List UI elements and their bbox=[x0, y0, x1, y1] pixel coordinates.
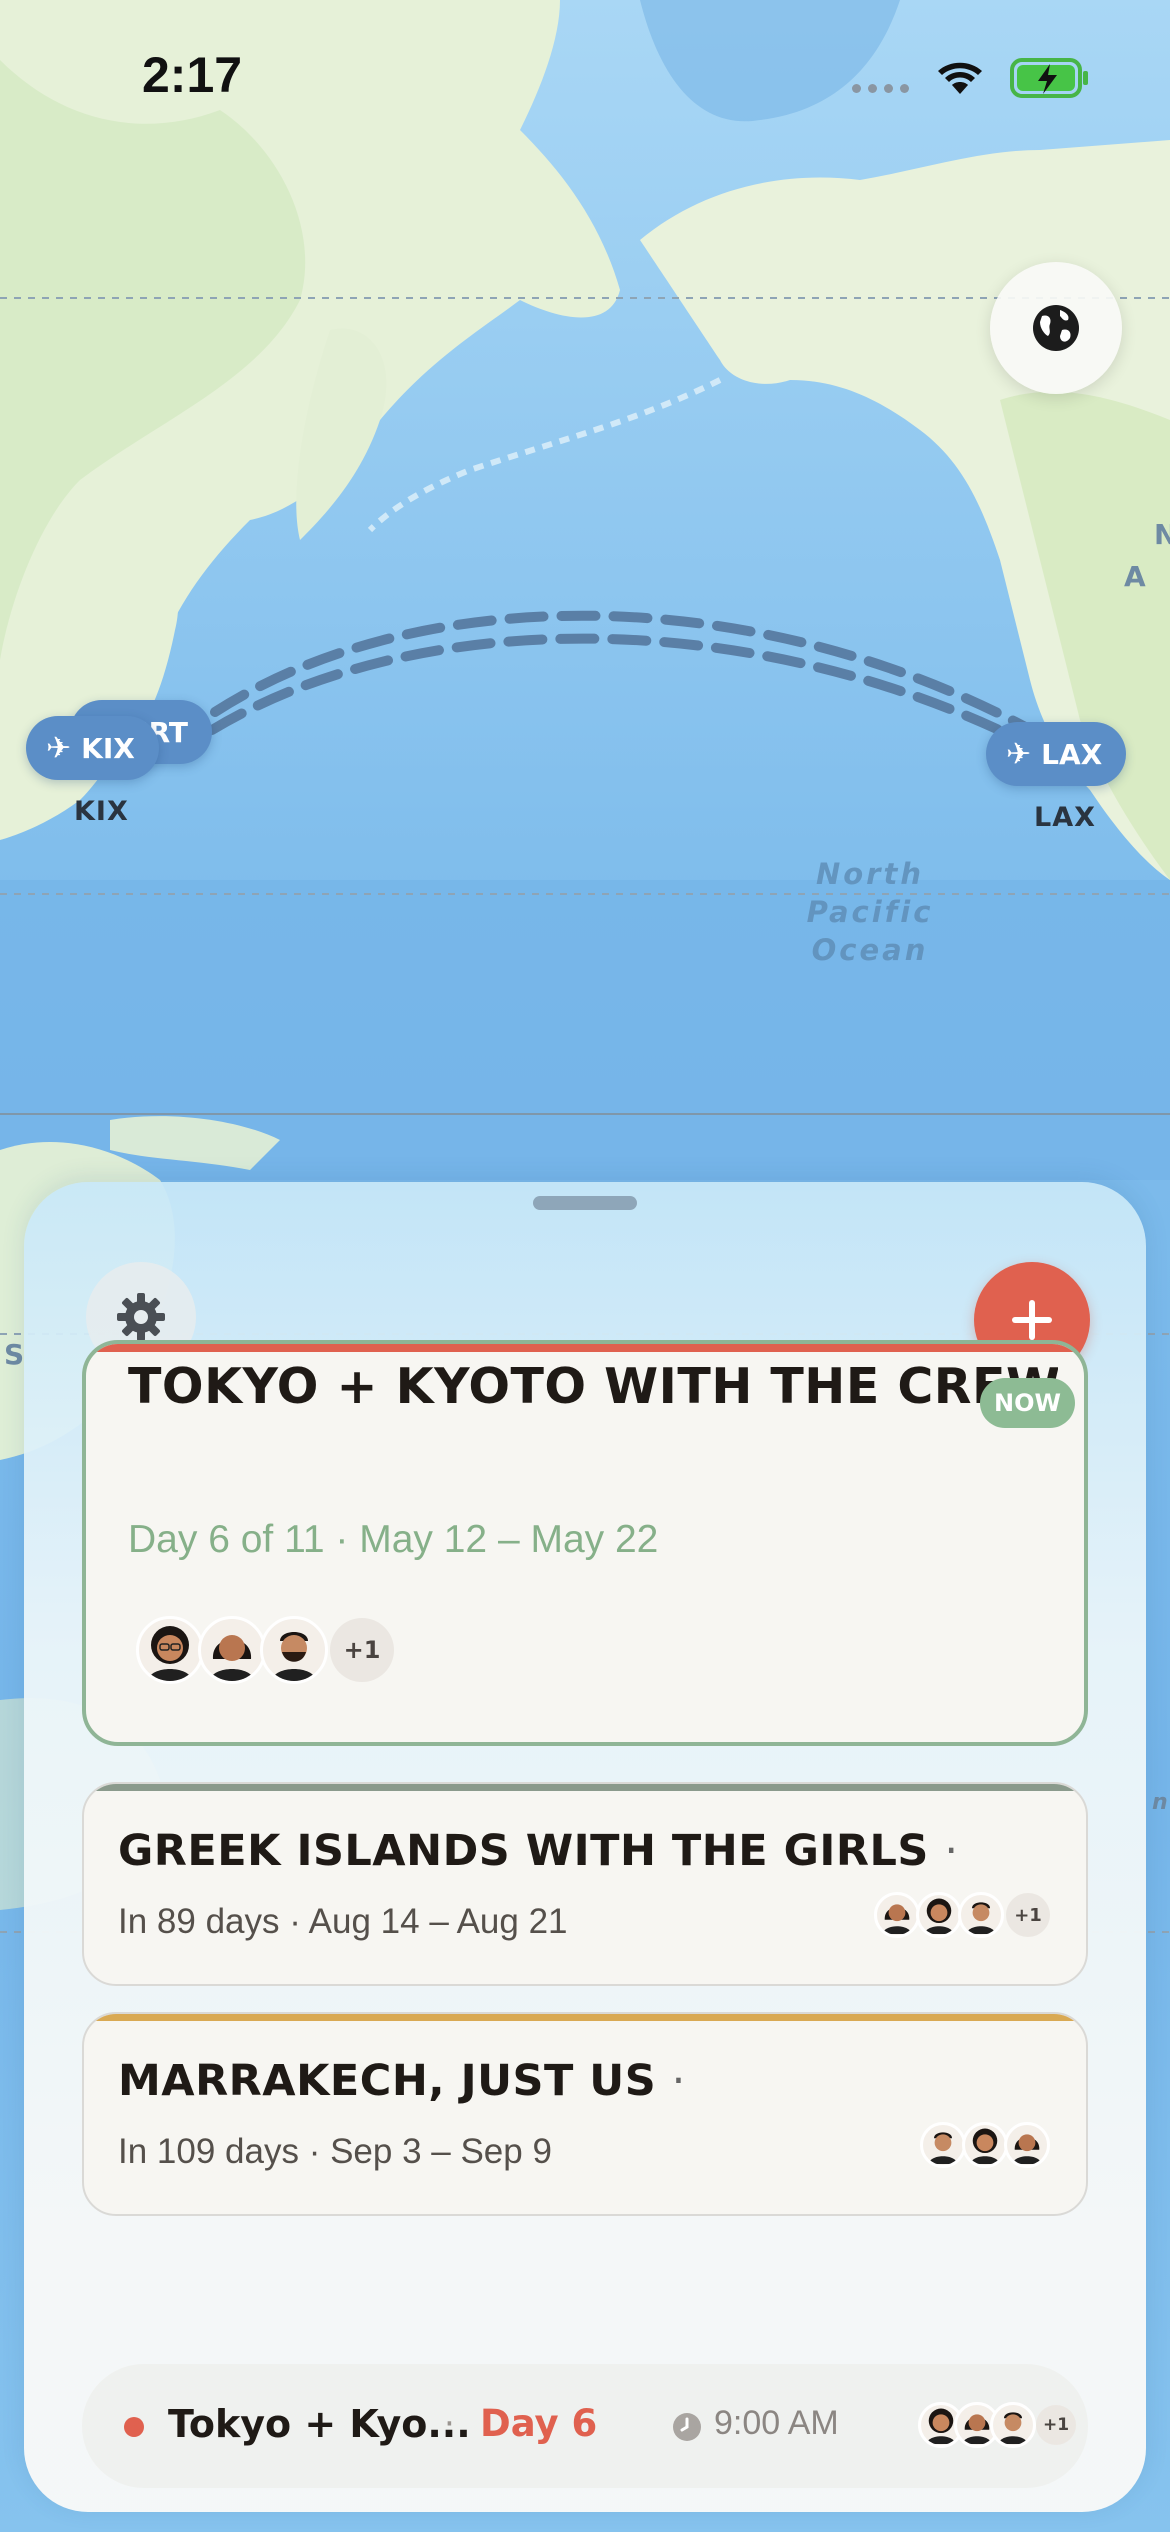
trip-title: GREEK ISLANDS WITH THE GIRLS · bbox=[118, 1826, 959, 1876]
more-travelers-count: +1 bbox=[1006, 1893, 1050, 1937]
trip-title: MARRAKECH, JUST US · bbox=[118, 2056, 686, 2106]
avatar bbox=[990, 2402, 1036, 2448]
trip-accent-strip bbox=[84, 2014, 1086, 2021]
avatar bbox=[920, 2122, 966, 2168]
more-travelers-count: +1 bbox=[330, 1618, 394, 1682]
trip-accent-strip bbox=[84, 1784, 1086, 1791]
more-travelers-count: +1 bbox=[1036, 2405, 1076, 2445]
plane-icon: ✈ bbox=[46, 730, 72, 766]
trip-title: TOKYO + KYOTO WITH THE CREW bbox=[128, 1358, 1058, 1415]
map-edge-label: n bbox=[1152, 1790, 1168, 1815]
airport-code-label: KIX bbox=[74, 796, 129, 827]
next-event-time: 9:00 AM bbox=[714, 2404, 839, 2442]
airport-code-label: LAX bbox=[1034, 802, 1096, 833]
trip-card[interactable]: GREEK ISLANDS WITH THE GIRLS · In 89 day… bbox=[82, 1782, 1088, 1986]
now-badge: NOW bbox=[980, 1378, 1075, 1428]
trip-subtitle: In 89 days · Aug 14 – Aug 21 bbox=[118, 1902, 568, 1941]
traveler-avatars: +1 bbox=[918, 2402, 1076, 2448]
status-bar: 2:17 bbox=[0, 0, 1170, 150]
airport-pin-label: LAX bbox=[1041, 737, 1103, 771]
plus-icon bbox=[1012, 1300, 1052, 1340]
map-style-button[interactable] bbox=[990, 262, 1122, 394]
map-edge-label: A bbox=[1124, 560, 1146, 593]
sheet-grabber[interactable] bbox=[533, 1196, 637, 1210]
avatar bbox=[1004, 2122, 1050, 2168]
traveler-avatars: +1 bbox=[136, 1616, 394, 1684]
avatar bbox=[136, 1616, 204, 1684]
avatar bbox=[916, 1892, 962, 1938]
map-edge-label: N bbox=[1154, 518, 1170, 551]
avatar bbox=[260, 1616, 328, 1684]
trip-dates: Day 6 of 11 · May 12 – May 22 bbox=[128, 1518, 659, 1561]
trip-accent-strip bbox=[86, 1344, 1084, 1352]
avatar bbox=[198, 1616, 266, 1684]
separator: · bbox=[444, 2404, 455, 2444]
avatar bbox=[962, 2122, 1008, 2168]
ocean-label: North Pacific Ocean bbox=[806, 857, 934, 967]
plane-icon: ✈ bbox=[1006, 736, 1032, 772]
current-trip-mini-bar[interactable]: Tokyo + Kyo... · Day 6 9:00 AM +1 bbox=[82, 2364, 1088, 2488]
map-edge-label: S bbox=[4, 1338, 25, 1371]
cellular-signal-icon bbox=[852, 84, 909, 93]
live-indicator bbox=[124, 2417, 144, 2437]
trip-card[interactable]: MARRAKECH, JUST US · In 109 days · Sep 3… bbox=[82, 2012, 1088, 2216]
trips-sheet[interactable]: TOKYO + KYOTO WITH THE CREW NOW Day 6 of… bbox=[24, 1182, 1146, 2512]
trip-subtitle: In 109 days · Sep 3 – Sep 9 bbox=[118, 2132, 552, 2171]
avatar bbox=[958, 1892, 1004, 1938]
wifi-icon bbox=[938, 62, 982, 94]
status-time: 2:17 bbox=[142, 47, 243, 103]
gear-icon bbox=[117, 1293, 165, 1341]
battery-icon bbox=[1010, 58, 1088, 98]
clock-icon bbox=[673, 2413, 701, 2441]
airport-pin-kix[interactable]: ✈ KIX bbox=[26, 716, 159, 780]
mini-trip-name: Tokyo + Kyo... bbox=[168, 2402, 471, 2446]
avatar bbox=[874, 1892, 920, 1938]
traveler-avatars bbox=[920, 2122, 1050, 2168]
airport-pin-lax[interactable]: ✈ LAX bbox=[986, 722, 1127, 786]
mini-trip-day: Day 6 bbox=[480, 2402, 598, 2445]
globe-icon bbox=[1033, 305, 1079, 351]
airport-pin-label: KIX bbox=[81, 731, 135, 765]
trip-card-current[interactable]: TOKYO + KYOTO WITH THE CREW NOW Day 6 of… bbox=[82, 1340, 1088, 1746]
traveler-avatars: +1 bbox=[874, 1892, 1050, 1938]
